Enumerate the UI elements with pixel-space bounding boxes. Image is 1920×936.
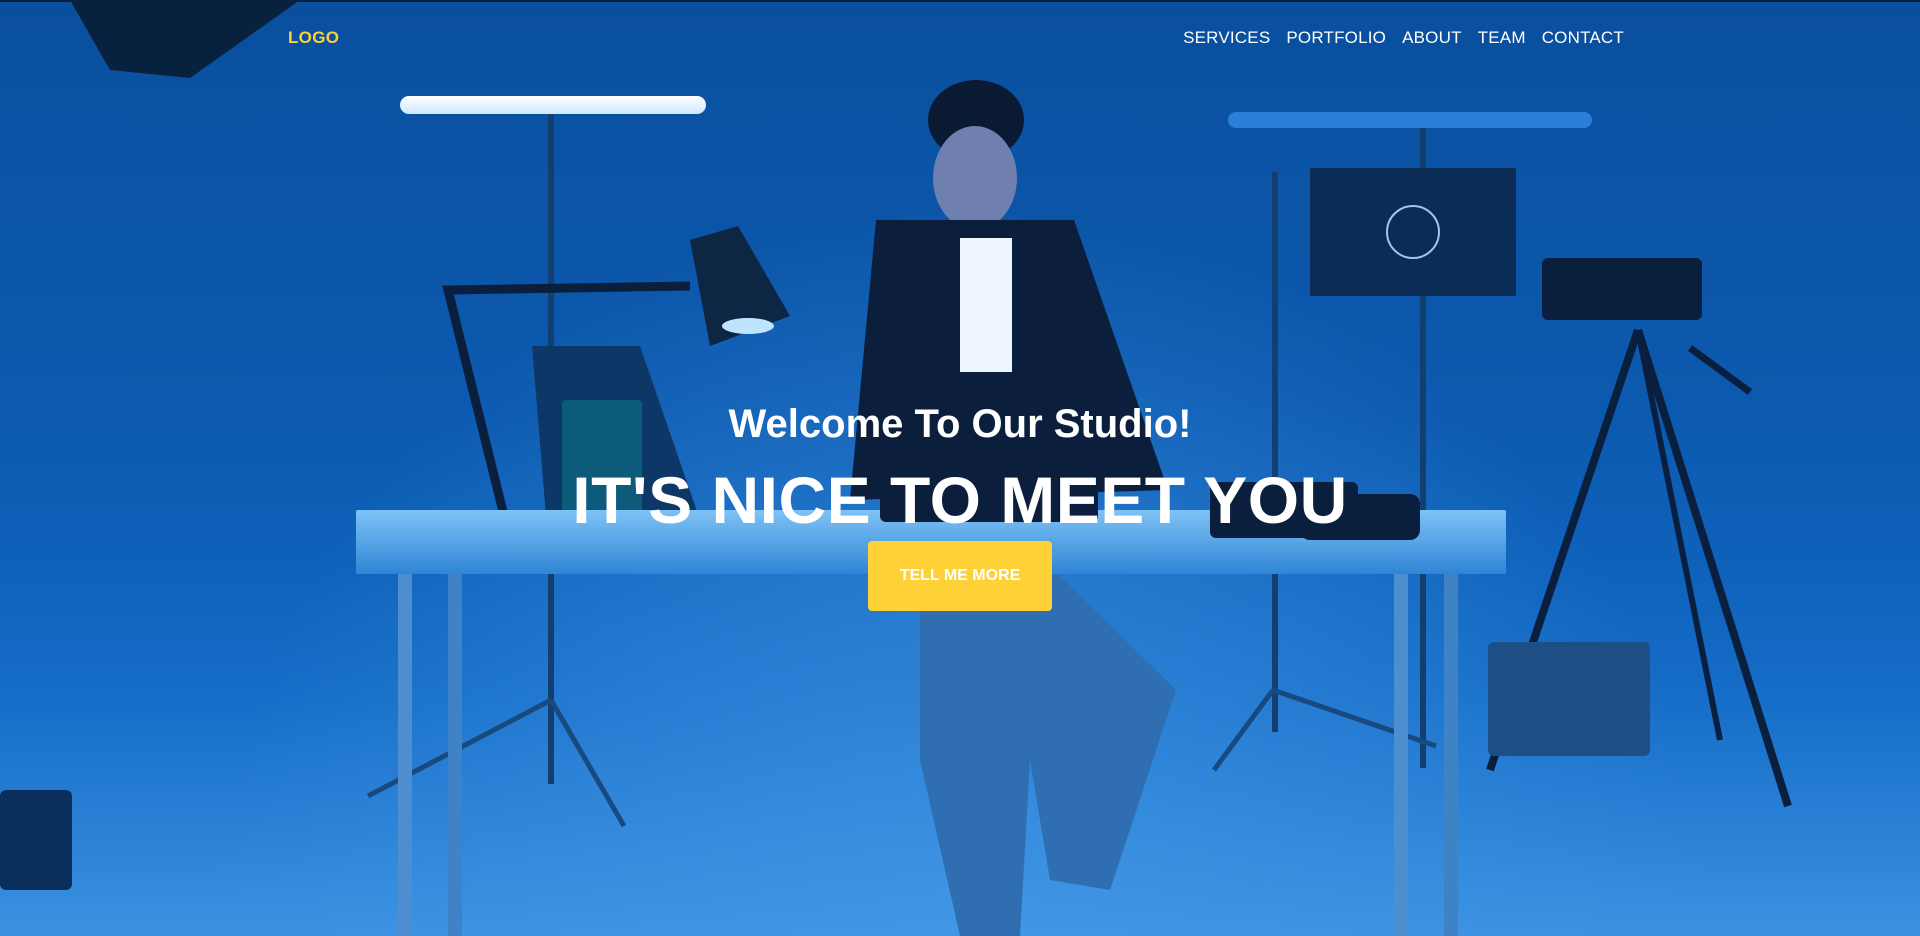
tell-me-more-button[interactable]: TELL ME MORE: [868, 541, 1052, 611]
logo-link[interactable]: LOGO: [288, 28, 339, 48]
hero-intro: Welcome To Our Studio! IT'S NICE TO MEET…: [0, 398, 1920, 540]
hero-heading: IT'S NICE TO MEET YOU: [572, 463, 1348, 537]
nav-link-services[interactable]: SERVICES: [1183, 28, 1270, 48]
nav-link-contact[interactable]: CONTACT: [1542, 28, 1624, 48]
nav-menu: SERVICES PORTFOLIO ABOUT TEAM CONTACT: [1183, 28, 1624, 48]
nav-link-portfolio[interactable]: PORTFOLIO: [1286, 28, 1386, 48]
nav-link-team[interactable]: TEAM: [1478, 28, 1526, 48]
hero-section: LOGO SERVICES PORTFOLIO ABOUT TEAM CONTA…: [0, 0, 1920, 936]
hero-lead-text: Welcome To Our Studio!: [728, 402, 1192, 446]
navbar: LOGO SERVICES PORTFOLIO ABOUT TEAM CONTA…: [288, 24, 1624, 52]
nav-link-about[interactable]: ABOUT: [1402, 28, 1462, 48]
